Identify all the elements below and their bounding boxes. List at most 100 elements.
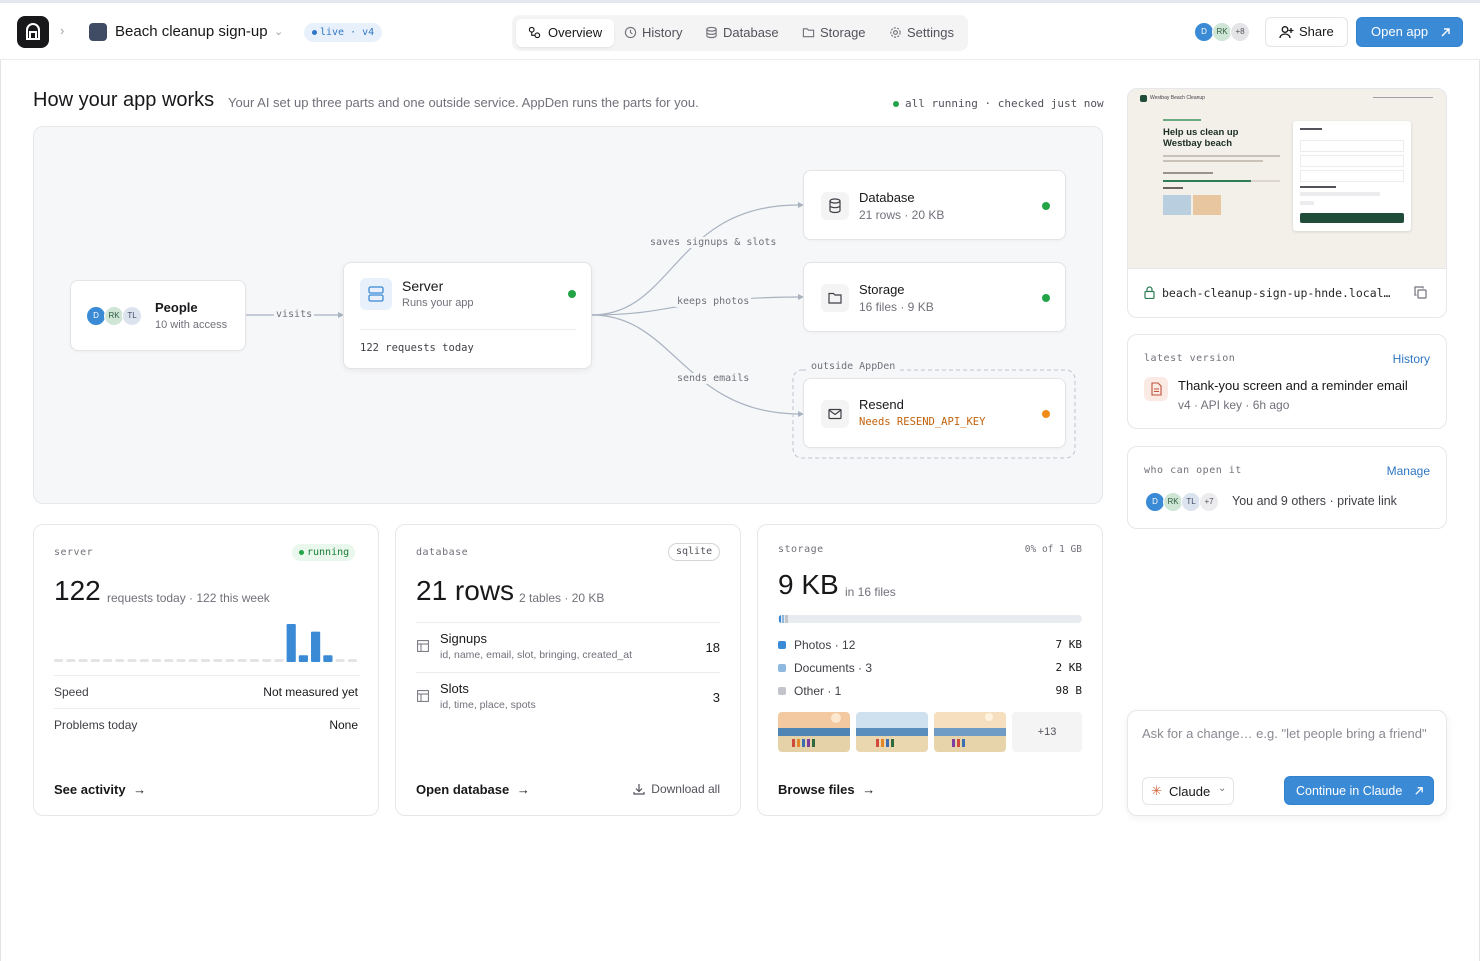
- database-node[interactable]: Database 21 rows · 20 KB: [803, 170, 1066, 240]
- photo-thumbnail[interactable]: [778, 712, 850, 752]
- more-files-tile[interactable]: +13: [1012, 712, 1082, 752]
- appden-logo[interactable]: [17, 16, 49, 48]
- download-all-button[interactable]: Download all: [633, 782, 720, 796]
- people-node[interactable]: D RK TL People 10 with access: [70, 280, 246, 351]
- table-columns: id, time, place, spots: [440, 699, 536, 711]
- table-row-signups[interactable]: Signups id, name, email, slot, bringing,…: [416, 625, 720, 672]
- server-node[interactable]: Server Runs your app 122 requests today: [343, 262, 592, 369]
- outside-appden-label: outside AppDen: [809, 361, 898, 372]
- server-status-dot: [568, 290, 576, 298]
- copy-icon[interactable]: [1414, 286, 1427, 299]
- tab-database[interactable]: Database: [695, 19, 779, 47]
- photo-thumbnail[interactable]: [856, 712, 928, 752]
- folder-icon: [802, 28, 815, 38]
- site-text-line: [1163, 160, 1263, 162]
- site-form-card: [1293, 121, 1411, 231]
- photo-thumbnail[interactable]: [934, 712, 1006, 752]
- see-activity-link[interactable]: See activity →: [54, 782, 146, 797]
- app-icon: [89, 23, 107, 41]
- database-card: database sqlite 21 rows 2 tables · 20 KB…: [395, 524, 741, 816]
- folder-icon: [821, 284, 849, 312]
- form-submit: [1300, 213, 1404, 223]
- open-app-button[interactable]: Open app: [1356, 17, 1463, 47]
- documents-segment: [782, 615, 784, 623]
- continue-label: Continue in Claude: [1296, 784, 1403, 798]
- gear-icon: [890, 27, 901, 38]
- share-button[interactable]: Share: [1265, 17, 1348, 47]
- form-row: [1300, 140, 1404, 152]
- manage-link[interactable]: Manage: [1387, 464, 1430, 478]
- table-row-slots[interactable]: Slots id, time, place, spots 3: [416, 675, 720, 722]
- request-bar: [176, 659, 186, 662]
- latest-version-card: latest version History Thank-you screen …: [1127, 334, 1447, 429]
- database-icon: [706, 26, 717, 39]
- resend-title: Resend: [859, 397, 904, 412]
- request-bar: [298, 655, 308, 662]
- request-bar: [103, 659, 113, 662]
- app-url[interactable]: beach-cleanup-sign-up-hnde.local…: [1162, 286, 1390, 300]
- architecture-diagram: visits saves signups & slots keeps photo…: [33, 126, 1103, 504]
- continue-in-claude-button[interactable]: Continue in Claude: [1284, 776, 1434, 805]
- request-bar: [54, 659, 64, 662]
- tab-history[interactable]: History: [614, 19, 682, 47]
- tab-settings[interactable]: Settings: [879, 19, 954, 47]
- site-kicker: [1163, 119, 1201, 121]
- change-request-input[interactable]: Ask for a change… e.g. "let people bring…: [1142, 726, 1434, 741]
- people-sub: 10 with access: [155, 319, 228, 331]
- problems-label: Problems today: [54, 718, 138, 732]
- storage-bar: [778, 615, 1082, 623]
- storage-category-size: 98 B: [1055, 684, 1083, 697]
- table-columns: id, name, email, slot, bringing, created…: [440, 649, 633, 661]
- claude-spark-icon: ✳: [1151, 783, 1162, 798]
- server-card: server running 122 requests today · 122 …: [33, 524, 379, 816]
- resend-warning: Needs RESEND_API_KEY: [859, 416, 986, 428]
- form-row: [1300, 155, 1404, 167]
- server-requests: 122 requests today: [360, 342, 474, 354]
- request-bar: [139, 659, 149, 662]
- table-name: Slots: [440, 681, 469, 696]
- app-preview-card[interactable]: Westbay Beach Cleanup Help us clean up W…: [1127, 88, 1447, 318]
- database-sub: 21 rows · 20 KB: [859, 208, 945, 222]
- database-title: Database: [859, 190, 915, 205]
- resend-status-dot: [1042, 410, 1050, 418]
- model-select[interactable]: ✳ Claude ⌄: [1142, 777, 1234, 805]
- browse-files-label: Browse files: [778, 782, 855, 797]
- site-brand: Westbay Beach Cleanup: [1150, 95, 1205, 101]
- download-icon: [633, 784, 645, 795]
- storage-node[interactable]: Storage 16 files · 9 KB: [803, 262, 1066, 332]
- arrow-right-icon: →: [133, 782, 147, 797]
- avatar: RK: [1212, 22, 1232, 42]
- server-icon: [360, 278, 392, 310]
- form-line: [1300, 186, 1336, 188]
- site-headline: Help us clean up Westbay beach: [1163, 127, 1239, 149]
- edge-label-saves: saves signups & slots: [648, 237, 779, 248]
- tab-storage[interactable]: Storage: [792, 19, 866, 47]
- see-activity-label: See activity: [54, 782, 126, 797]
- resend-node[interactable]: Resend Needs RESEND_API_KEY: [803, 378, 1066, 448]
- arrow-right-icon: →: [516, 782, 530, 797]
- storage-status-dot: [1042, 294, 1050, 302]
- browse-files-link[interactable]: Browse files →: [778, 782, 875, 797]
- latest-kicker: latest version: [1144, 353, 1236, 364]
- table-count: 3: [712, 690, 720, 705]
- avatar: D: [1145, 492, 1165, 512]
- open-database-label: Open database: [416, 782, 510, 797]
- tab-storage-label: Storage: [820, 25, 866, 40]
- database-card-kicker: database: [416, 547, 469, 558]
- app-name[interactable]: Beach cleanup sign-up: [115, 23, 268, 40]
- site-text-line: [1163, 155, 1280, 157]
- edge-label-emails: sends emails: [675, 373, 752, 384]
- history-link[interactable]: History: [1393, 352, 1430, 366]
- table-name: Signups: [440, 631, 487, 646]
- app-switch-chevron-icon[interactable]: ⌄: [274, 25, 283, 38]
- site-text-line: [1163, 187, 1183, 189]
- avatar: RK: [104, 306, 124, 326]
- open-database-link[interactable]: Open database →: [416, 782, 530, 797]
- form-row: [1300, 170, 1404, 182]
- request-bar: [151, 659, 162, 662]
- avatar-overflow: +8: [1230, 22, 1250, 42]
- storage-card: storage 0% of 1 GB 9 KB in 16 files Phot…: [757, 524, 1103, 816]
- tab-overview[interactable]: Overview: [516, 19, 615, 47]
- rows-count: 21 rows: [416, 575, 515, 606]
- overview-icon: [528, 26, 541, 39]
